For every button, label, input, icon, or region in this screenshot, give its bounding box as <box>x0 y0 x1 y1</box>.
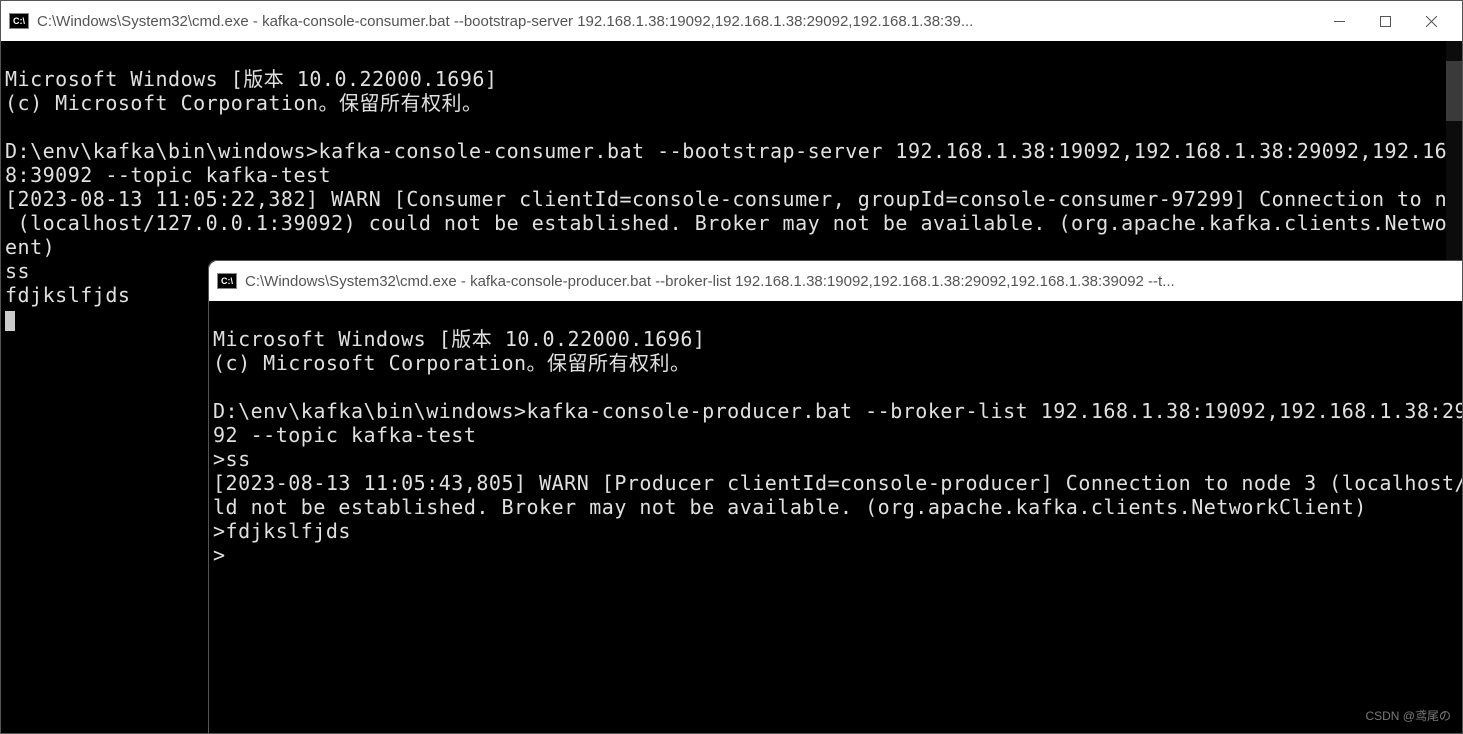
terminal-line: ld not be established. Broker may not be… <box>213 495 1367 519</box>
terminal-line: (localhost/127.0.0.1:39092) could not be… <box>5 211 1462 235</box>
terminal-line: fdjkslfjds <box>5 283 130 307</box>
terminal-line: D:\env\kafka\bin\windows>kafka-console-c… <box>5 139 1462 163</box>
close-button[interactable] <box>1408 1 1454 41</box>
terminal-line: (c) Microsoft Corporation。保留所有权利。 <box>213 351 691 375</box>
cmd-icon: C:\ <box>9 13 29 29</box>
terminal-line: Microsoft Windows [版本 10.0.22000.1696] <box>213 327 705 351</box>
window-title-consumer: C:\Windows\System32\cmd.exe - kafka-cons… <box>37 13 1316 30</box>
terminal-line: [2023-08-13 11:05:22,382] WARN [Consumer… <box>5 187 1462 211</box>
cmd-icon: C:\ <box>217 273 237 289</box>
scrollbar-thumb[interactable] <box>1446 61 1462 121</box>
terminal-output-producer[interactable]: Microsoft Windows [版本 10.0.22000.1696] (… <box>209 301 1462 733</box>
titlebar-producer[interactable]: C:\ C:\Windows\System32\cmd.exe - kafka-… <box>209 261 1462 301</box>
terminal-line: (c) Microsoft Corporation。保留所有权利。 <box>5 91 483 115</box>
minimize-button[interactable] <box>1316 1 1362 41</box>
terminal-line: [2023-08-13 11:05:43,805] WARN [Producer… <box>213 471 1462 495</box>
maximize-button[interactable] <box>1362 1 1408 41</box>
terminal-line: > <box>213 543 226 567</box>
window-controls-consumer <box>1316 1 1454 41</box>
terminal-line: >fdjkslfjds <box>213 519 351 543</box>
window-title-producer: C:\Windows\System32\cmd.exe - kafka-cons… <box>245 273 1454 290</box>
terminal-line: >ss <box>213 447 251 471</box>
titlebar-consumer[interactable]: C:\ C:\Windows\System32\cmd.exe - kafka-… <box>1 1 1462 41</box>
scrollbar-consumer[interactable] <box>1446 41 1462 281</box>
terminal-line: ent) <box>5 235 55 259</box>
terminal-line: 92 --topic kafka-test <box>213 423 476 447</box>
cursor <box>5 311 15 331</box>
terminal-line: ss <box>5 259 30 283</box>
terminal-line: 8:39092 --topic kafka-test <box>5 163 331 187</box>
cmd-window-producer[interactable]: C:\ C:\Windows\System32\cmd.exe - kafka-… <box>208 260 1463 734</box>
terminal-line: Microsoft Windows [版本 10.0.22000.1696] <box>5 67 497 91</box>
watermark: CSDN @鸢尾の <box>1365 707 1451 724</box>
terminal-line: D:\env\kafka\bin\windows>kafka-console-p… <box>213 399 1462 423</box>
